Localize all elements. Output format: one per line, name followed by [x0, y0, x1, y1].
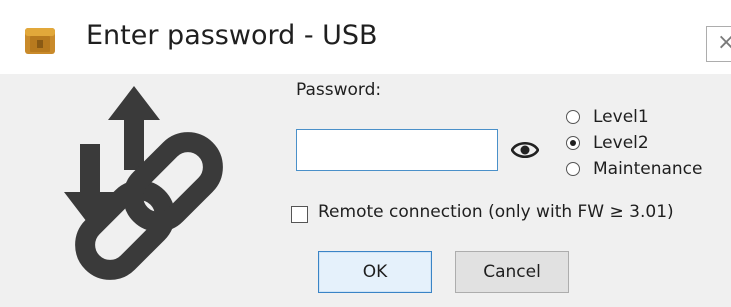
cancel-button[interactable]: Cancel — [455, 251, 569, 293]
radio-level1[interactable]: Level1 — [566, 104, 702, 130]
ok-button[interactable]: OK — [318, 251, 432, 293]
password-label: Password: — [296, 80, 382, 100]
radio-label: Level1 — [593, 107, 649, 127]
window-title: Enter password - USB — [86, 20, 378, 51]
password-input[interactable] — [296, 129, 498, 171]
radio-label: Level2 — [593, 133, 649, 153]
remote-connection-checkbox[interactable] — [291, 206, 308, 223]
close-button[interactable]: × — [706, 26, 731, 62]
link-transfer-icon — [64, 86, 223, 280]
radio-button[interactable] — [566, 110, 580, 124]
title-bar: Enter password - USB × — [0, 0, 731, 74]
remote-connection-label[interactable]: Remote connection (only with FW ≥ 3.01) — [318, 202, 674, 222]
radio-button-selected[interactable] — [566, 136, 580, 150]
password-dialog: Enter password - USB × Password: Level1 … — [0, 0, 731, 307]
radio-level2[interactable]: Level2 — [566, 130, 702, 156]
radio-maintenance[interactable]: Maintenance — [566, 156, 702, 182]
folder-key-icon — [25, 28, 55, 54]
access-level-group: Level1 Level2 Maintenance — [566, 104, 702, 182]
radio-button[interactable] — [566, 162, 580, 176]
eye-icon[interactable] — [511, 139, 539, 161]
radio-label: Maintenance — [593, 159, 703, 179]
